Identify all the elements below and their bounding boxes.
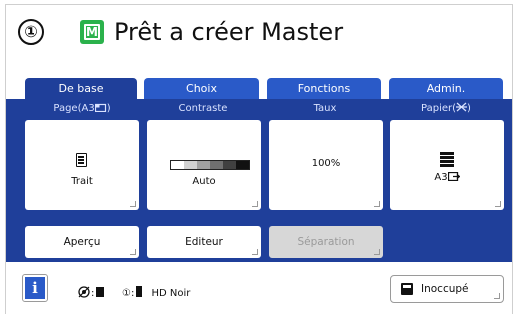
contrast-level-4 — [223, 161, 236, 169]
editor-label: Editeur — [185, 236, 223, 248]
footer: i : ①: HD Noir Inoccupé — [6, 262, 512, 315]
preview-button[interactable]: Aperçu — [25, 226, 139, 258]
corner-mark — [494, 293, 500, 299]
master-status: : — [78, 286, 105, 301]
corner-mark — [130, 201, 136, 207]
master-level-icon — [96, 287, 105, 297]
settings-panel: Page(A3) Contraste Taux Papier() Trait A… — [6, 99, 512, 262]
contrast-level-5 — [236, 161, 249, 169]
master-icon: M — [80, 20, 104, 44]
corner-mark — [252, 201, 258, 207]
contrast-label: Contraste — [178, 103, 228, 114]
corner-mark — [374, 249, 380, 255]
info-icon: i — [25, 277, 45, 299]
corner-mark — [374, 201, 380, 207]
separation-button[interactable]: Séparation — [269, 226, 383, 258]
paper-stack-icon — [440, 152, 454, 167]
paper-label: Papier() — [421, 102, 471, 114]
page-value: Trait — [71, 176, 93, 187]
paper-value-text: A3 — [434, 172, 448, 183]
page-button[interactable]: Trait — [25, 120, 139, 210]
printer-status-icon — [401, 283, 413, 295]
page-label-text: Page(A3 — [53, 103, 95, 114]
master-roll-icon — [78, 286, 91, 299]
master-status-sep: : — [91, 288, 95, 299]
ink-color-label: HD Noir — [151, 288, 191, 299]
page-title: Prêt a créer Master — [114, 18, 344, 46]
page-label: Page(A3) — [53, 103, 111, 114]
printer-screen: ① M Prêt a créer Master De base Choix Fo… — [5, 4, 513, 315]
rate-value: 100% — [311, 158, 341, 169]
separation-label: Séparation — [297, 236, 355, 248]
rate-label: Taux — [313, 103, 337, 114]
master-icon-glyph: M — [86, 25, 98, 39]
ink-drum-number: ①: — [122, 288, 135, 299]
editor-button[interactable]: Editeur — [147, 226, 261, 258]
corner-mark — [495, 201, 501, 207]
contrast-level-3 — [210, 161, 223, 169]
corner-mark — [252, 249, 258, 255]
contrast-button[interactable]: Auto — [147, 120, 261, 210]
tab-bar: De base Choix Fonctions Admin. — [6, 78, 512, 100]
contrast-level-1 — [184, 161, 197, 169]
paper-feed-icon — [447, 171, 461, 183]
contrast-level-2 — [197, 161, 210, 169]
step-number-badge: ① — [18, 19, 44, 45]
idle-button[interactable]: Inoccupé — [390, 275, 504, 303]
paper-value: A3 — [390, 171, 504, 183]
tab-de-base[interactable]: De base — [25, 78, 137, 100]
corner-mark — [130, 249, 136, 255]
preview-label: Aperçu — [63, 236, 101, 248]
tab-choix[interactable]: Choix — [144, 78, 259, 100]
tab-admin[interactable]: Admin. — [389, 78, 503, 100]
header: ① M Prêt a créer Master — [6, 5, 512, 67]
document-icon — [76, 153, 87, 167]
contrast-level-0 — [171, 161, 184, 169]
info-button[interactable]: i — [22, 274, 48, 302]
tab-fonctions[interactable]: Fonctions — [267, 78, 381, 100]
rate-button[interactable]: 100% — [269, 120, 383, 210]
ink-level-icon — [136, 286, 143, 297]
ink-status: ①: HD Noir — [122, 286, 190, 301]
paper-button[interactable]: A3 — [390, 120, 504, 210]
paper-orientation-icon — [94, 103, 107, 114]
contrast-value: Auto — [192, 176, 216, 187]
paper-label-text: Papier( — [421, 103, 457, 114]
fan-icon — [456, 102, 468, 114]
idle-label: Inoccupé — [421, 283, 469, 295]
contrast-scale-icon — [170, 160, 250, 170]
